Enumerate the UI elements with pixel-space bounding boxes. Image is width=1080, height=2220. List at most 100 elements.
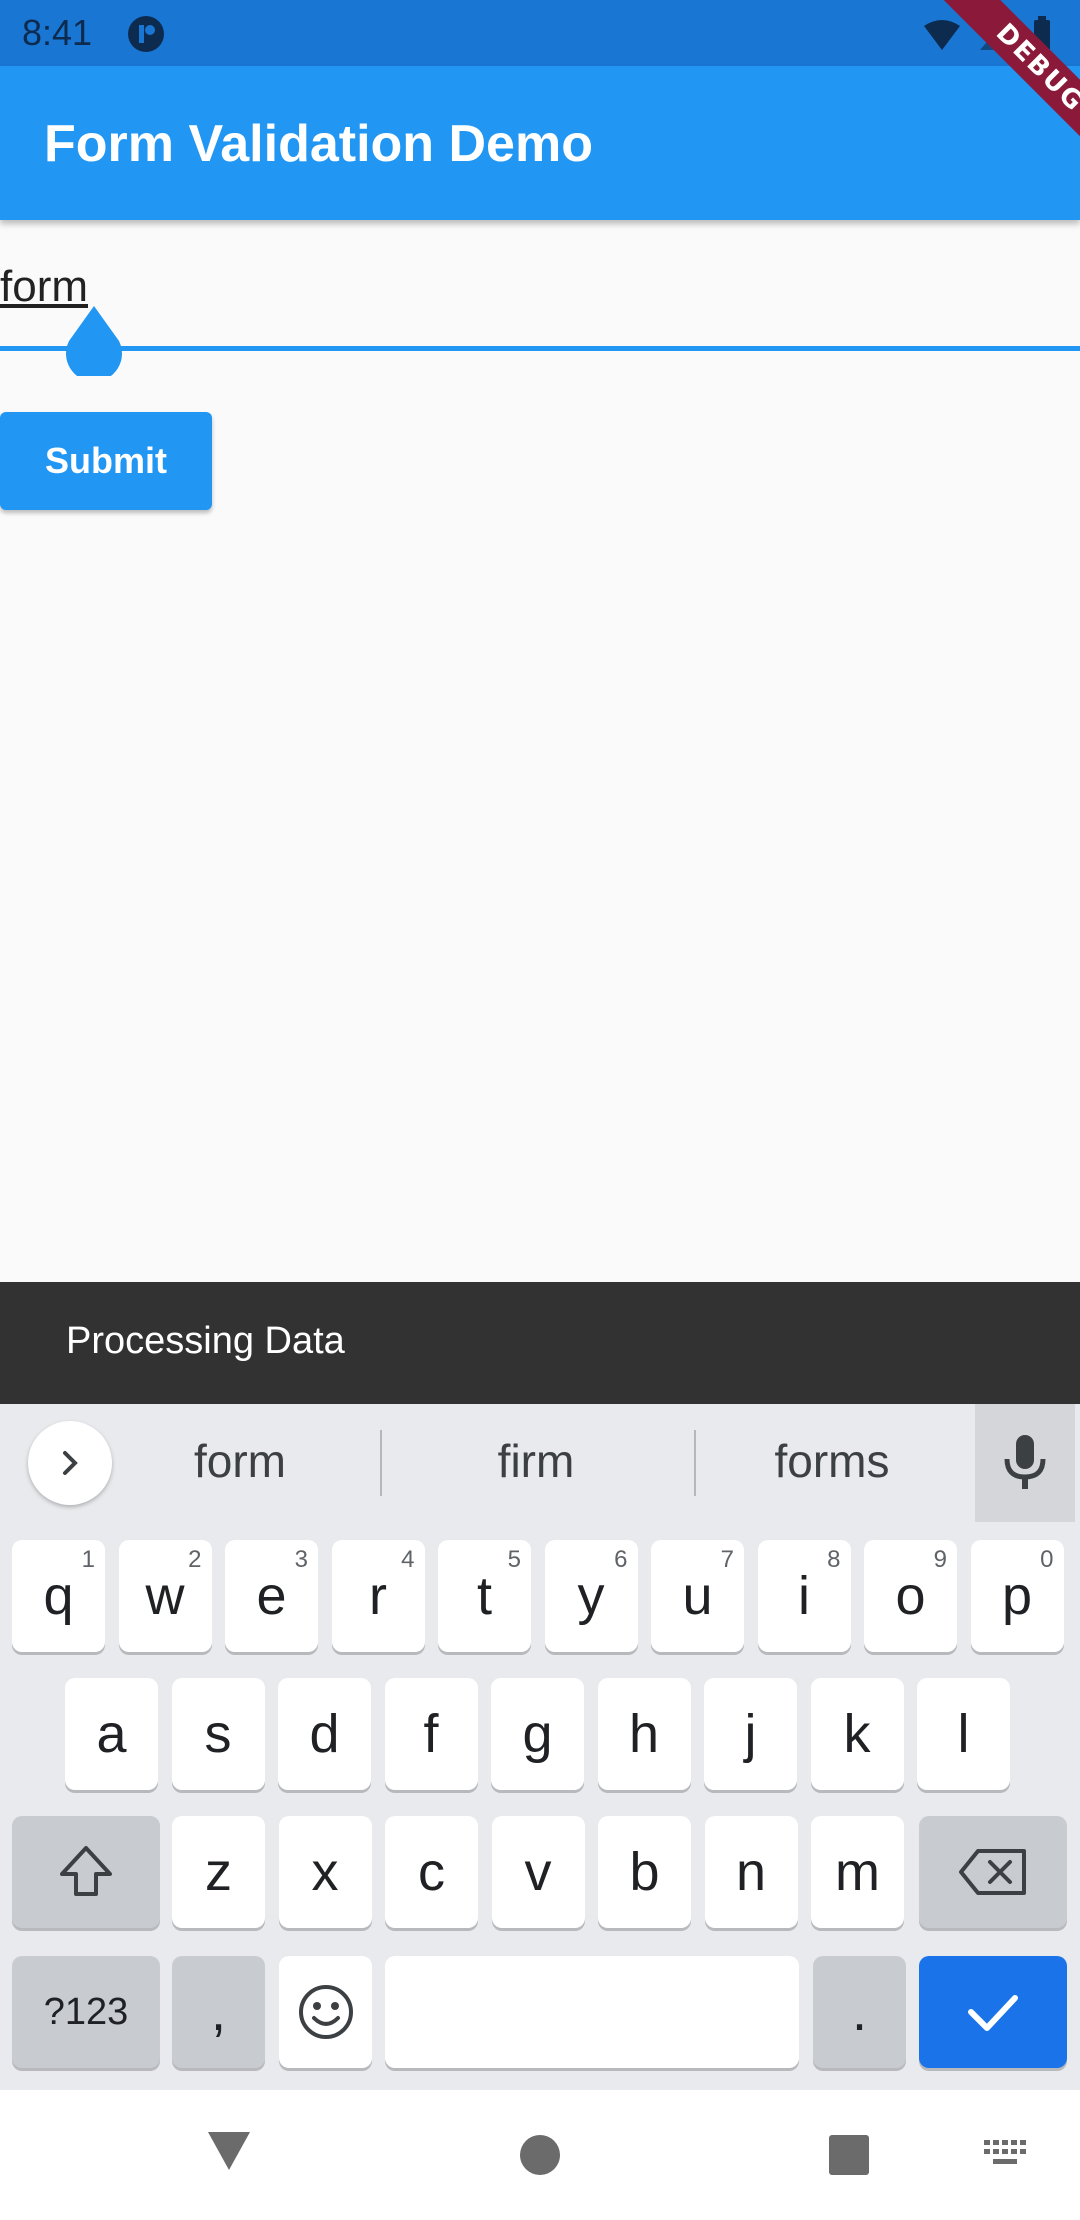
submit-button[interactable]: Submit (0, 412, 212, 510)
microphone-icon (1004, 1435, 1046, 1489)
recent-apps-icon[interactable] (828, 2134, 870, 2176)
symbols-key[interactable]: ?123 (12, 1956, 160, 2068)
key-hint: 6 (614, 1546, 628, 1573)
status-time: 8:41 (22, 12, 93, 53)
key-label: d (309, 1704, 340, 1764)
snackbar-text: Processing Data (66, 1320, 345, 1362)
key-label: q (43, 1566, 74, 1626)
key-hint: 2 (188, 1546, 202, 1573)
key-hint: 3 (294, 1546, 308, 1573)
comma-key[interactable]: , (172, 1956, 265, 2068)
key-label: s (204, 1704, 232, 1764)
key-hint: 9 (933, 1546, 947, 1573)
key-hint: 8 (827, 1546, 841, 1573)
wifi-icon (924, 20, 960, 50)
key-hint: 0 (1040, 1546, 1054, 1573)
app-notification-icon (128, 16, 164, 52)
key-label: e (256, 1566, 287, 1626)
backspace-icon (959, 1849, 1026, 1895)
key-label: i (798, 1566, 810, 1626)
key-o[interactable]: o9 (864, 1540, 957, 1652)
key-label: p (1001, 1566, 1033, 1626)
key-label: a (96, 1704, 127, 1764)
soft-keyboard: form firm forms q1w2e3r4t5y6u7i8o9p0 asd… (0, 1404, 1080, 2090)
snackbar: Processing Data (0, 1282, 1080, 1404)
key-label: z (205, 1842, 232, 1902)
key-label: o (895, 1566, 926, 1626)
key-w[interactable]: w2 (118, 1540, 212, 1652)
key-t[interactable]: t5 (438, 1540, 531, 1652)
key-hint: 7 (720, 1546, 734, 1573)
suggestion-1[interactable]: form (140, 1434, 340, 1488)
cursor-handle-icon[interactable] (64, 306, 124, 376)
key-label: j (744, 1704, 757, 1764)
battery-icon (1034, 20, 1050, 50)
key-h[interactable]: h (597, 1678, 691, 1790)
key-label: g (522, 1704, 553, 1764)
key-v[interactable]: v (491, 1816, 585, 1928)
key-s[interactable]: s (171, 1678, 265, 1790)
emoji-icon (298, 1985, 353, 2039)
signal-icon (980, 22, 1004, 50)
key-j[interactable]: j (704, 1678, 797, 1790)
text-field[interactable]: form (0, 250, 1080, 376)
key-u[interactable]: u7 (651, 1540, 744, 1652)
key-p[interactable]: p0 (970, 1540, 1064, 1652)
key-y[interactable]: y6 (544, 1540, 638, 1652)
space-key[interactable] (385, 1956, 799, 2068)
period-key[interactable]: . (813, 1956, 906, 2068)
key-label: r (369, 1566, 387, 1626)
key-label: k (843, 1704, 871, 1764)
key-d[interactable]: d (278, 1678, 371, 1790)
expand-toolbar-button[interactable] (28, 1421, 112, 1505)
key-f[interactable]: f (384, 1678, 478, 1790)
page-title: Form Validation Demo (44, 115, 593, 173)
suggestion-divider (694, 1430, 696, 1496)
key-r[interactable]: r4 (331, 1540, 425, 1652)
key-k[interactable]: k (810, 1678, 904, 1790)
suggestion-3[interactable]: forms (732, 1434, 932, 1488)
period-key-label: . (851, 1982, 867, 2042)
suggestion-divider (380, 1430, 382, 1496)
key-a[interactable]: a (65, 1678, 158, 1790)
key-label: h (628, 1704, 660, 1764)
key-l[interactable]: l (917, 1678, 1010, 1790)
suggestion-2[interactable]: firm (436, 1434, 636, 1488)
comma-key-label: , (210, 1982, 226, 2042)
done-key[interactable] (919, 1956, 1067, 2068)
key-label: w (145, 1566, 185, 1626)
backspace-key[interactable] (919, 1816, 1067, 1928)
key-label: l (957, 1704, 970, 1764)
keyboard-switch-icon[interactable] (984, 2140, 1028, 2170)
key-label: y (577, 1566, 605, 1626)
key-hint: 1 (81, 1546, 95, 1573)
emoji-key[interactable] (279, 1956, 372, 2068)
key-q[interactable]: q1 (12, 1540, 105, 1652)
shift-icon (60, 1846, 112, 1896)
key-label: c (418, 1842, 445, 1902)
key-m[interactable]: m (811, 1816, 904, 1928)
key-label: f (423, 1704, 439, 1764)
shift-key[interactable] (12, 1816, 160, 1928)
key-label: b (629, 1842, 660, 1902)
key-i[interactable]: i8 (757, 1540, 851, 1652)
key-z[interactable]: z (172, 1816, 265, 1928)
text-field-underline (0, 346, 1080, 351)
key-n[interactable]: n (704, 1816, 798, 1928)
chevron-right-icon (63, 1451, 78, 1475)
home-icon[interactable] (519, 2134, 561, 2176)
key-x[interactable]: x (278, 1816, 372, 1928)
key-e[interactable]: e3 (225, 1540, 318, 1652)
key-hint: 5 (507, 1546, 521, 1573)
key-g[interactable]: g (491, 1678, 584, 1790)
app-bar: Form Validation Demo (0, 66, 1080, 220)
key-label: v (524, 1842, 552, 1902)
key-b[interactable]: b (598, 1816, 691, 1928)
voice-input-button[interactable] (975, 1404, 1075, 1522)
back-icon[interactable] (206, 2130, 252, 2172)
key-c[interactable]: c (385, 1816, 478, 1928)
key-hint: 4 (401, 1546, 415, 1573)
symbols-key-label: ?123 (43, 1990, 129, 2033)
text-field-value[interactable]: form (0, 262, 88, 312)
navigation-bar (0, 2090, 1080, 2220)
